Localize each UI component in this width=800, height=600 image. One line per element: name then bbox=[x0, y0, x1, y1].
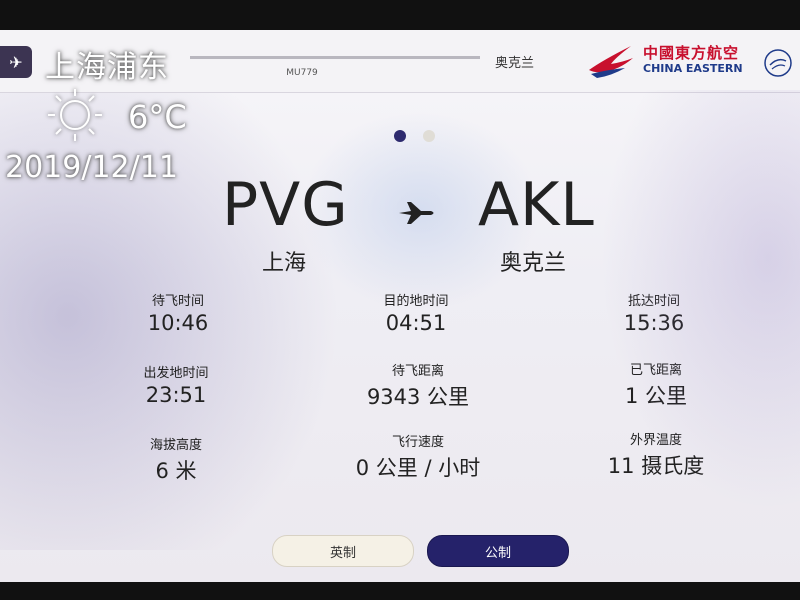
stat-outside-temperature: 外界温度 11 摄氏度 bbox=[576, 429, 736, 480]
destination-name: 奥克兰 bbox=[495, 56, 535, 71]
airplane-icon bbox=[399, 202, 434, 224]
sun-icon bbox=[48, 89, 102, 141]
page-indicator-active[interactable] bbox=[394, 130, 406, 142]
overlay-temperature: 6°C bbox=[128, 98, 187, 136]
stat-label: 已飞距离 bbox=[629, 363, 682, 378]
china-eastern-logo: 中國東方航空 CHINA EASTERN bbox=[585, 38, 795, 86]
stat-destination-time: 目的地时间 04:51 bbox=[336, 290, 496, 335]
stat-value: 6 米 bbox=[155, 459, 197, 483]
logo-text-cn: 中國東方航空 bbox=[643, 44, 740, 62]
stat-distance-flown: 已飞距离 1 公里 bbox=[576, 359, 736, 410]
metric-units-button[interactable]: 公制 bbox=[427, 535, 569, 567]
plane-icon: ✈ bbox=[0, 46, 32, 78]
stat-label: 飞行速度 bbox=[391, 435, 444, 450]
flight-number: MU779 bbox=[286, 68, 318, 78]
stat-label: 待飞距离 bbox=[391, 364, 444, 379]
stat-value: 04:51 bbox=[385, 311, 447, 335]
stat-altitude: 海拔高度 6 米 bbox=[96, 434, 256, 485]
overlay-date: 2019/12/11 bbox=[5, 150, 178, 185]
stat-value: 9343 公里 bbox=[366, 385, 470, 409]
stat-label: 待飞时间 bbox=[151, 294, 204, 309]
page-indicator-inactive[interactable] bbox=[423, 130, 435, 142]
destination-airport-code: AKL bbox=[478, 170, 595, 240]
stat-value: 1 公里 bbox=[624, 384, 688, 408]
imperial-units-button[interactable]: 英制 bbox=[272, 535, 414, 567]
skyteam-icon bbox=[764, 49, 792, 77]
route-progress-line bbox=[190, 56, 480, 59]
destination-city: 奥克兰 bbox=[500, 251, 567, 276]
stat-value: 11 摄氏度 bbox=[607, 454, 705, 478]
swallow-logo-icon bbox=[589, 46, 633, 78]
origin-airport-code: PVG bbox=[222, 170, 349, 240]
stat-value: 23:51 bbox=[145, 383, 207, 407]
origin-city: 上海 bbox=[262, 251, 307, 276]
logo-text-en: CHINA EASTERN bbox=[643, 62, 743, 75]
stat-arrival-time: 抵达时间 15:36 bbox=[574, 290, 734, 335]
stat-value: 0 公里 / 小时 bbox=[355, 456, 481, 480]
stat-time-to-destination: 待飞时间 10:46 bbox=[98, 290, 258, 335]
stat-distance-remaining: 待飞距离 9343 公里 bbox=[338, 360, 498, 411]
stat-label: 抵达时间 bbox=[627, 294, 680, 309]
stat-label: 外界温度 bbox=[629, 433, 682, 448]
flight-info-screen: ✈ MU779 奥克兰 中國東方航空 CHINA EASTERN PVG AKL… bbox=[0, 30, 800, 582]
stat-value: 10:46 bbox=[147, 311, 209, 335]
stat-label: 海拔高度 bbox=[149, 438, 202, 453]
stat-departure-time: 出发地时间 23:51 bbox=[96, 362, 256, 407]
stat-value: 15:36 bbox=[623, 311, 685, 335]
stat-ground-speed: 飞行速度 0 公里 / 小时 bbox=[338, 431, 498, 482]
overlay-city: 上海浦东 bbox=[45, 50, 169, 85]
stat-label: 出发地时间 bbox=[143, 366, 209, 381]
stat-label: 目的地时间 bbox=[383, 294, 449, 309]
